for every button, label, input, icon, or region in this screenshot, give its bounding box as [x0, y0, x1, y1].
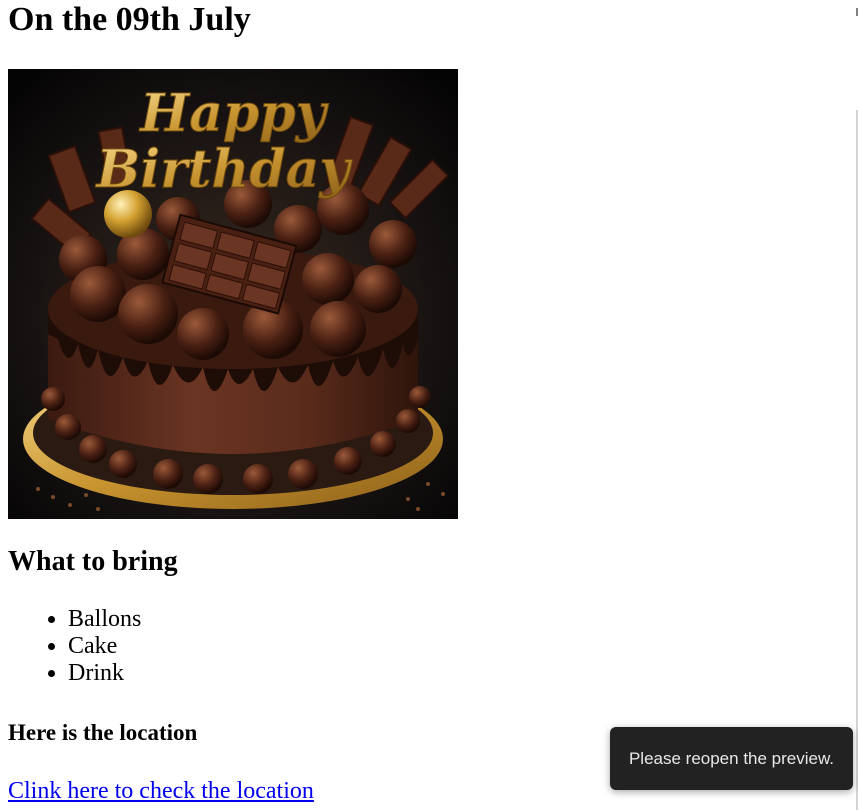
location-link[interactable]: Clink here to check the location — [8, 777, 314, 805]
location-heading: Here is the location — [8, 720, 198, 745]
cake-topper-text-line1: Happy — [138, 83, 330, 144]
page-title: On the 09th July — [8, 1, 251, 38]
bring-heading: What to bring — [8, 546, 178, 577]
bring-list: Ballons Cake Drink — [8, 606, 141, 687]
list-item: Ballons — [68, 606, 141, 633]
list-item: Cake — [68, 633, 141, 660]
page-content: On the 09th July Happy Birthday What to … — [8, 0, 850, 804]
list-item: Drink — [68, 660, 141, 687]
cake-topper-text-line2: Birthday — [94, 139, 353, 200]
toast-message: Please reopen the preview. — [628, 748, 835, 768]
reopen-preview-toast: Please reopen the preview. — [610, 727, 853, 790]
birthday-cake-image: Happy Birthday — [8, 69, 458, 519]
